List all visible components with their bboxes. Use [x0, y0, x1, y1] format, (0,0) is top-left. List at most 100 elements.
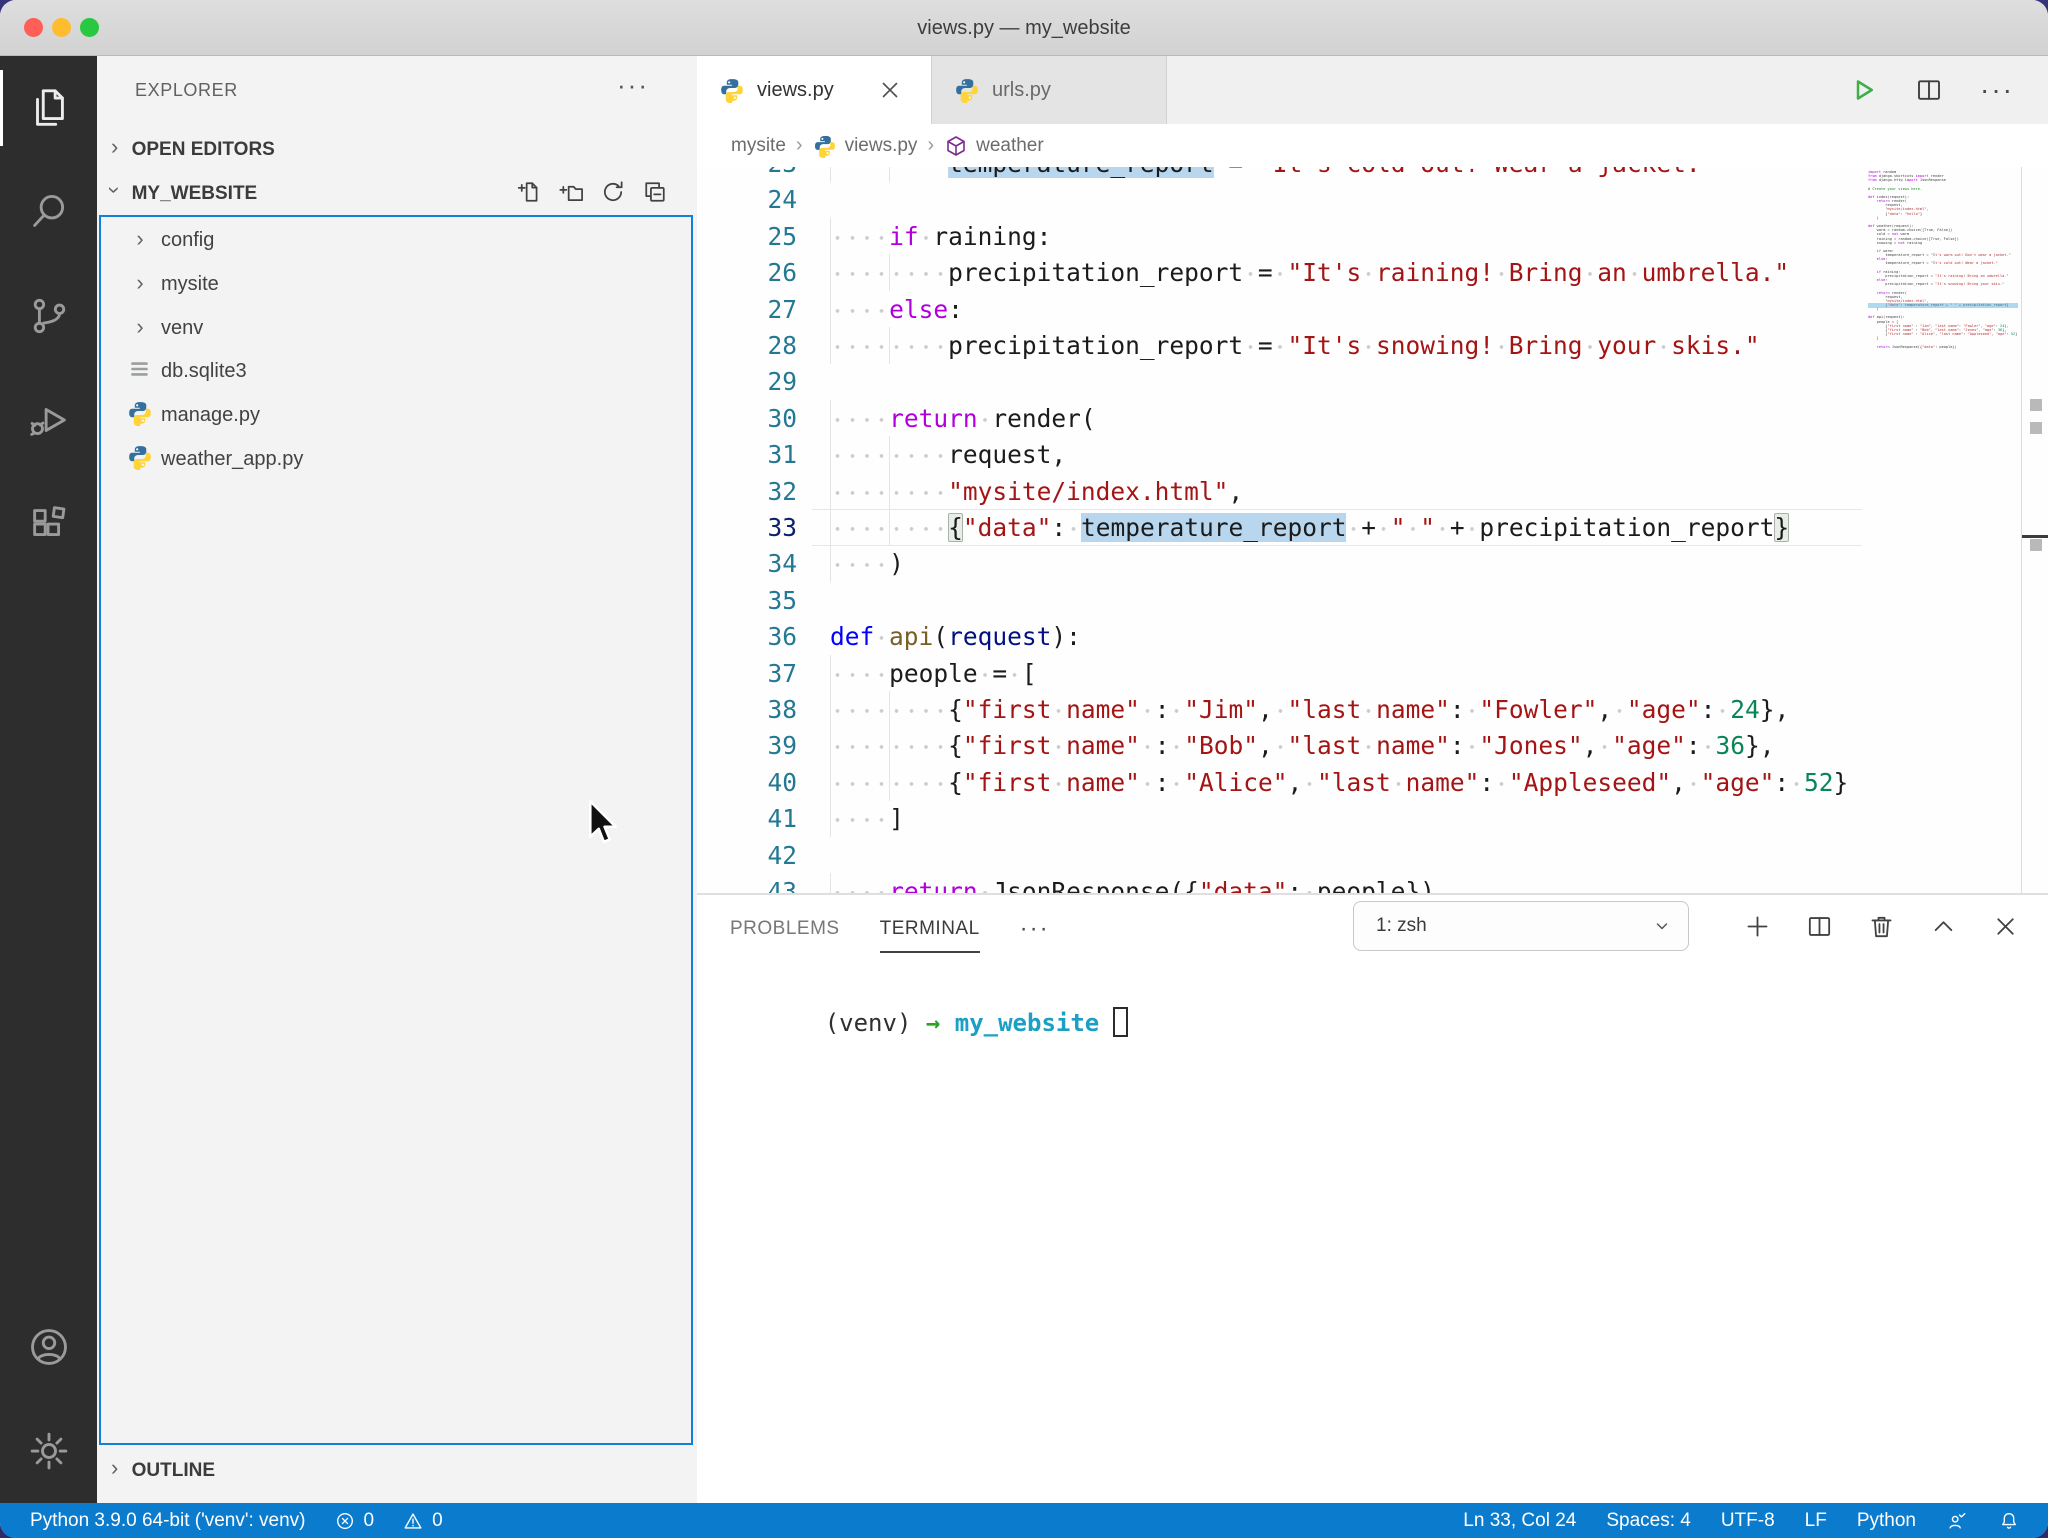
new-folder-icon[interactable] [557, 178, 585, 206]
workspace-label: MY_WEBSITE [132, 183, 258, 204]
status-warnings[interactable]: 0 [402, 1510, 443, 1532]
activity-item-accounts[interactable] [0, 1295, 97, 1399]
status-eol[interactable]: LF [1805, 1510, 1827, 1532]
line-number: 43 [697, 873, 797, 893]
tab-label: urls.py [992, 79, 1051, 102]
maximize-panel-icon[interactable] [1929, 912, 1958, 941]
search-icon [26, 189, 72, 235]
breadcrumb-item-mysite[interactable]: mysite [731, 135, 786, 157]
run-file-button[interactable] [1848, 75, 1878, 105]
status-python-interpreter[interactable]: Python 3.9.0 64-bit ('venv': venv) [30, 1510, 306, 1532]
zoom-button[interactable] [80, 18, 99, 37]
close-panel-icon[interactable] [1991, 912, 2020, 941]
account-icon [26, 1324, 72, 1370]
code-line-26: 26 precipitation_report = "It's raining!… [697, 254, 1862, 291]
tree-item-db.sqlite3[interactable]: db.sqlite3 [101, 349, 691, 393]
terminal-cursor [1113, 1007, 1128, 1037]
status-notifications[interactable] [1998, 1510, 2020, 1532]
code-editor[interactable]: 23 temperature_report = "It's cold out! … [697, 167, 1862, 893]
activity-item-explorer[interactable] [0, 56, 97, 160]
code-line-41: 41 ] [697, 800, 1862, 837]
code-line-28: 28 precipitation_report = "It's snowing!… [697, 327, 1862, 364]
breadcrumb: mysite › views.py › weather [697, 124, 2048, 167]
python-file-icon [813, 134, 837, 158]
breadcrumb-separator: › [796, 134, 803, 157]
title-bar[interactable]: views.py — my_website [0, 0, 2048, 56]
open-editors-section[interactable]: › OPEN EDITORS [97, 126, 697, 170]
terminal-cwd: my_website [940, 1009, 1099, 1037]
mouse-cursor [586, 800, 620, 848]
tree-item-weather_app.py[interactable]: weather_app.py [101, 437, 691, 481]
panel-more-icon[interactable]: ··· [1020, 915, 1050, 943]
kill-terminal-icon[interactable] [1867, 912, 1896, 941]
split-editor-icon[interactable] [1914, 75, 1944, 105]
scm-icon [26, 293, 72, 339]
status-label: Ln 33, Col 24 [1463, 1510, 1576, 1532]
tree-item-mysite[interactable]: ›mysite [101, 261, 691, 305]
line-number: 42 [697, 837, 797, 874]
terminal-shell-select[interactable]: 1: zsh [1353, 901, 1689, 951]
editor-more-icon[interactable]: ··· [1980, 74, 2014, 106]
status-indentation[interactable]: Spaces: 4 [1606, 1510, 1691, 1532]
tree-item-venv[interactable]: ›venv [101, 305, 691, 349]
status-language-mode[interactable]: Python [1857, 1510, 1916, 1532]
code-line-43: 43 return JsonResponse({"data": people}) [697, 873, 1862, 893]
ruler-mark [2030, 539, 2042, 551]
sidebar-title: EXPLORER [135, 80, 238, 101]
panel-tab-problems[interactable]: PROBLEMS [730, 903, 840, 955]
close-button[interactable] [24, 18, 43, 37]
tree-item-manage.py[interactable]: manage.py [101, 393, 691, 437]
debug-icon [26, 397, 72, 443]
code-line-34: 34 ) [697, 545, 1862, 582]
new-terminal-icon[interactable] [1743, 912, 1772, 941]
panel-tab-terminal[interactable]: TERMINAL [880, 903, 980, 955]
breadcrumb-separator: › [927, 134, 934, 157]
new-file-icon[interactable] [515, 178, 543, 206]
breadcrumb-item-weather[interactable]: weather [944, 134, 1044, 158]
symbol-namespace-icon [944, 134, 968, 158]
workspace-section[interactable]: › MY_WEBSITE [97, 170, 697, 214]
line-number: 25 [697, 218, 797, 255]
outline-section[interactable]: › OUTLINE [97, 1447, 697, 1491]
terminal-prompt[interactable]: (venv) → my_website [738, 979, 1128, 1065]
split-terminal-icon[interactable] [1805, 912, 1834, 941]
tree-item-label: manage.py [161, 404, 260, 426]
minimap[interactable]: import randomfrom django.shortcuts impor… [1868, 170, 2018, 349]
ruler-mark [2030, 399, 2042, 411]
tree-item-config[interactable]: ›config [101, 217, 691, 261]
refresh-icon[interactable] [599, 178, 627, 206]
status-cursor-position[interactable]: Ln 33, Col 24 [1463, 1510, 1576, 1532]
code-line-40: 40 {"first name" : "Alice", "last name":… [697, 764, 1862, 801]
code-line-29: 29 [697, 363, 1862, 400]
activity-item-source-control[interactable] [0, 264, 97, 368]
activity-item-settings[interactable] [0, 1399, 97, 1503]
activity-item-search[interactable] [0, 160, 97, 264]
status-label: Python 3.9.0 64-bit ('venv': venv) [30, 1510, 306, 1532]
overview-ruler[interactable] [2021, 167, 2048, 893]
collapse-all-icon[interactable] [641, 178, 669, 206]
code-line-35: 35 [697, 582, 1862, 619]
activity-item-extensions[interactable] [0, 472, 97, 576]
line-number: 36 [697, 618, 797, 655]
line-number: 37 [697, 655, 797, 692]
close-icon[interactable] [877, 77, 903, 103]
warning-icon [402, 1510, 424, 1532]
code-line-42: 42 [697, 837, 1862, 874]
status-errors[interactable]: 0 [334, 1510, 375, 1532]
shell-select-value: 1: zsh [1376, 915, 1427, 937]
status-label: Python [1857, 1510, 1916, 1532]
tab-views.py[interactable]: views.py [697, 56, 932, 124]
line-number: 28 [697, 327, 797, 364]
status-encoding[interactable]: UTF-8 [1721, 1510, 1775, 1532]
chevron-right-icon: › [111, 1446, 118, 1490]
breadcrumb-label: views.py [845, 135, 918, 157]
activity-item-run-debug[interactable] [0, 368, 97, 472]
breadcrumb-label: mysite [731, 135, 786, 157]
minimize-button[interactable] [52, 18, 71, 37]
sidebar-more-icon[interactable]: ··· [617, 70, 649, 101]
tree-item-label: venv [161, 317, 203, 339]
editor-group: views.py urls.py ··· mysite › views.py › weat… [697, 56, 2048, 893]
breadcrumb-item-views.py[interactable]: views.py [813, 134, 918, 158]
tab-urls.py[interactable]: urls.py [932, 56, 1167, 124]
status-feedback[interactable] [1946, 1510, 1968, 1532]
